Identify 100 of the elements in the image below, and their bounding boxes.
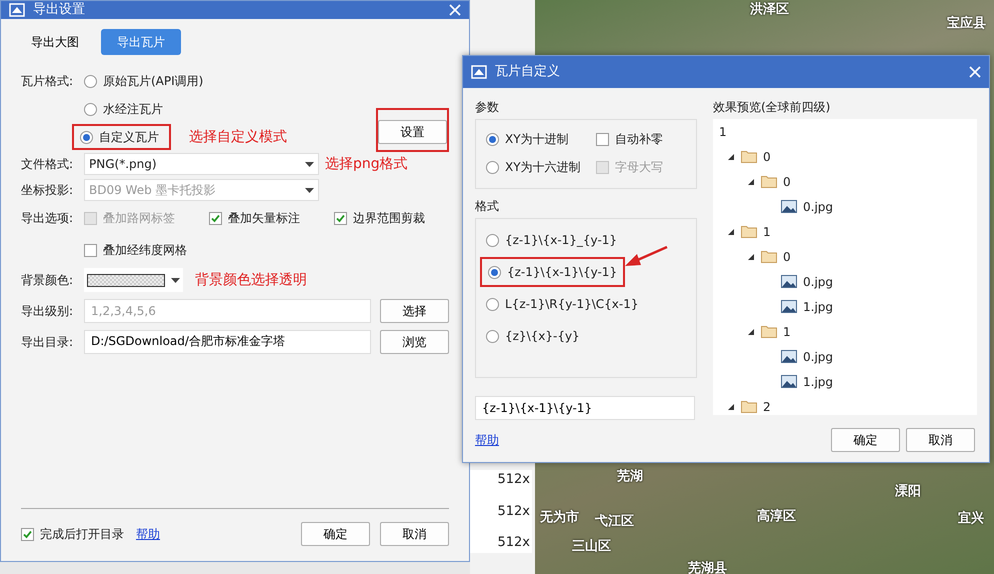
image-file-icon xyxy=(781,300,797,313)
caret-icon xyxy=(305,162,314,166)
image-file-icon xyxy=(781,200,797,213)
folder-icon xyxy=(741,225,757,238)
radio-button[interactable] xyxy=(486,298,499,310)
window-title: 导出设置 xyxy=(33,1,85,20)
tree-item[interactable]: 0 xyxy=(783,248,791,266)
window-title: 瓦片自定义 xyxy=(495,63,560,82)
color-picker[interactable] xyxy=(84,268,183,292)
help-link[interactable]: 帮助 xyxy=(136,525,160,543)
map-label: 弋江区 xyxy=(595,513,634,531)
option-label: 原始瓦片(API调用) xyxy=(103,73,204,90)
caret-icon xyxy=(305,188,314,192)
annotation-text: 选择png格式 xyxy=(325,154,408,174)
tree-item[interactable]: 0 xyxy=(783,172,791,190)
option-label: XY为十进制 xyxy=(505,131,569,148)
radio-button[interactable] xyxy=(486,234,499,246)
collapse-arrow-icon[interactable] xyxy=(727,402,735,410)
option-label: 叠加矢量标注 xyxy=(228,210,300,227)
collapse-arrow-icon[interactable] xyxy=(747,252,755,260)
tree-item[interactable]: 0.jpg xyxy=(803,272,834,290)
tab[interactable]: 导出大图 xyxy=(21,29,89,55)
radio-button[interactable] xyxy=(488,266,501,278)
field-label: 背景颜色: xyxy=(21,272,74,289)
select-button[interactable]: 选择 xyxy=(380,298,449,322)
option-label: {z-1}\{x-1}_{y-1} xyxy=(505,232,618,249)
size-cell-text: 512x xyxy=(497,471,530,489)
checkbox[interactable] xyxy=(21,528,34,540)
checkbox[interactable] xyxy=(334,212,347,224)
caret-icon xyxy=(171,278,180,282)
tree-item[interactable]: 1 xyxy=(763,222,771,240)
folder-icon xyxy=(761,175,777,188)
folder-icon xyxy=(741,150,757,163)
map-label: 高淳区 xyxy=(757,508,796,526)
preview-title: 效果预览(全球前四级) xyxy=(713,99,832,116)
tree-item[interactable]: 1 xyxy=(783,322,791,340)
dropdown[interactable]: PNG(*.png) xyxy=(84,153,319,175)
image-file-icon xyxy=(781,375,797,388)
checkbox[interactable] xyxy=(209,212,222,224)
settings-button[interactable]: 设置 xyxy=(378,120,447,144)
radio-button[interactable] xyxy=(80,130,93,144)
cancel-button[interactable]: 取消 xyxy=(380,522,449,546)
option-label: 自动补零 xyxy=(615,131,663,148)
option-label: L{z-1}\R{y-1}\C{x-1} xyxy=(505,296,638,313)
option-label: {z-1}\{x-1}\{y-1} xyxy=(507,264,618,281)
tree-item[interactable]: 0.jpg xyxy=(803,198,834,216)
checkbox[interactable] xyxy=(84,244,97,256)
option-label: 字母大写 xyxy=(615,159,663,176)
option-label: 叠加经纬度网格 xyxy=(103,242,187,259)
field-label: 文件格式: xyxy=(21,156,74,173)
option-label: {z}\{x}-{y} xyxy=(505,328,580,345)
map-label: 洪泽区 xyxy=(750,1,789,19)
tree-item[interactable]: 0 xyxy=(763,148,771,166)
collapse-arrow-icon[interactable] xyxy=(727,228,735,236)
annotation-text: 背景颜色选择透明 xyxy=(195,270,307,290)
collapse-arrow-icon[interactable] xyxy=(747,328,755,336)
close-icon[interactable] xyxy=(449,4,461,16)
collapse-arrow-icon[interactable] xyxy=(747,178,755,186)
tree-item[interactable]: 1.jpg xyxy=(803,372,834,390)
checkbox[interactable] xyxy=(596,132,609,146)
path-field[interactable]: D:/SGDownload/合肥市标准金字塔 xyxy=(84,330,371,354)
cancel-button[interactable]: 取消 xyxy=(906,428,975,452)
tree-item[interactable]: 2 xyxy=(763,398,771,415)
size-cell-text: 512x xyxy=(497,534,530,552)
close-icon[interactable] xyxy=(969,66,981,78)
radio-button[interactable] xyxy=(84,74,97,88)
browse-button[interactable]: 浏览 xyxy=(380,330,449,354)
group-title: 格式 xyxy=(475,198,500,215)
map-label: 宝应县 xyxy=(947,14,986,33)
ok-button[interactable]: 确定 xyxy=(301,522,370,546)
radio-button[interactable] xyxy=(486,330,499,342)
tab[interactable]: 导出瓦片 xyxy=(101,29,181,55)
folder-icon xyxy=(761,250,777,263)
image-file-icon xyxy=(781,275,797,288)
image-file-icon xyxy=(781,350,797,363)
radio-button[interactable] xyxy=(486,132,499,146)
option-label: XY为十六进制 xyxy=(505,159,581,176)
tree-item[interactable]: 0.jpg xyxy=(803,348,834,366)
tree-item[interactable]: 1.jpg xyxy=(803,298,834,316)
map-label: 宜兴 xyxy=(958,510,984,528)
field-label: 瓦片格式: xyxy=(21,73,74,90)
radio-button[interactable] xyxy=(486,160,499,174)
format-field[interactable]: {z-1}\{x-1}\{y-1} xyxy=(475,396,695,420)
folder-icon xyxy=(741,400,757,413)
radio-button[interactable] xyxy=(84,102,97,116)
levels-field[interactable]: 1,2,3,4,5,6 xyxy=(84,298,371,322)
map-label: 芜湖县 xyxy=(688,560,727,574)
ok-button[interactable]: 确定 xyxy=(831,428,900,452)
option-label: 边界范围剪裁 xyxy=(353,210,425,227)
field-label: 坐标投影: xyxy=(21,182,74,199)
field-label: 导出级别: xyxy=(21,302,74,320)
app-logo-icon xyxy=(9,3,25,17)
collapse-arrow-icon[interactable] xyxy=(727,152,735,160)
help-link[interactable]: 帮助 xyxy=(475,431,499,449)
option-label: 叠加路网标签 xyxy=(103,210,175,227)
app-logo-icon xyxy=(471,65,487,79)
size-cell-text: 512x xyxy=(497,502,530,520)
annotation-text: 选择自定义模式 xyxy=(189,128,287,146)
option-label: 水经注瓦片 xyxy=(103,101,163,118)
map-label: 无为市 xyxy=(540,508,579,527)
